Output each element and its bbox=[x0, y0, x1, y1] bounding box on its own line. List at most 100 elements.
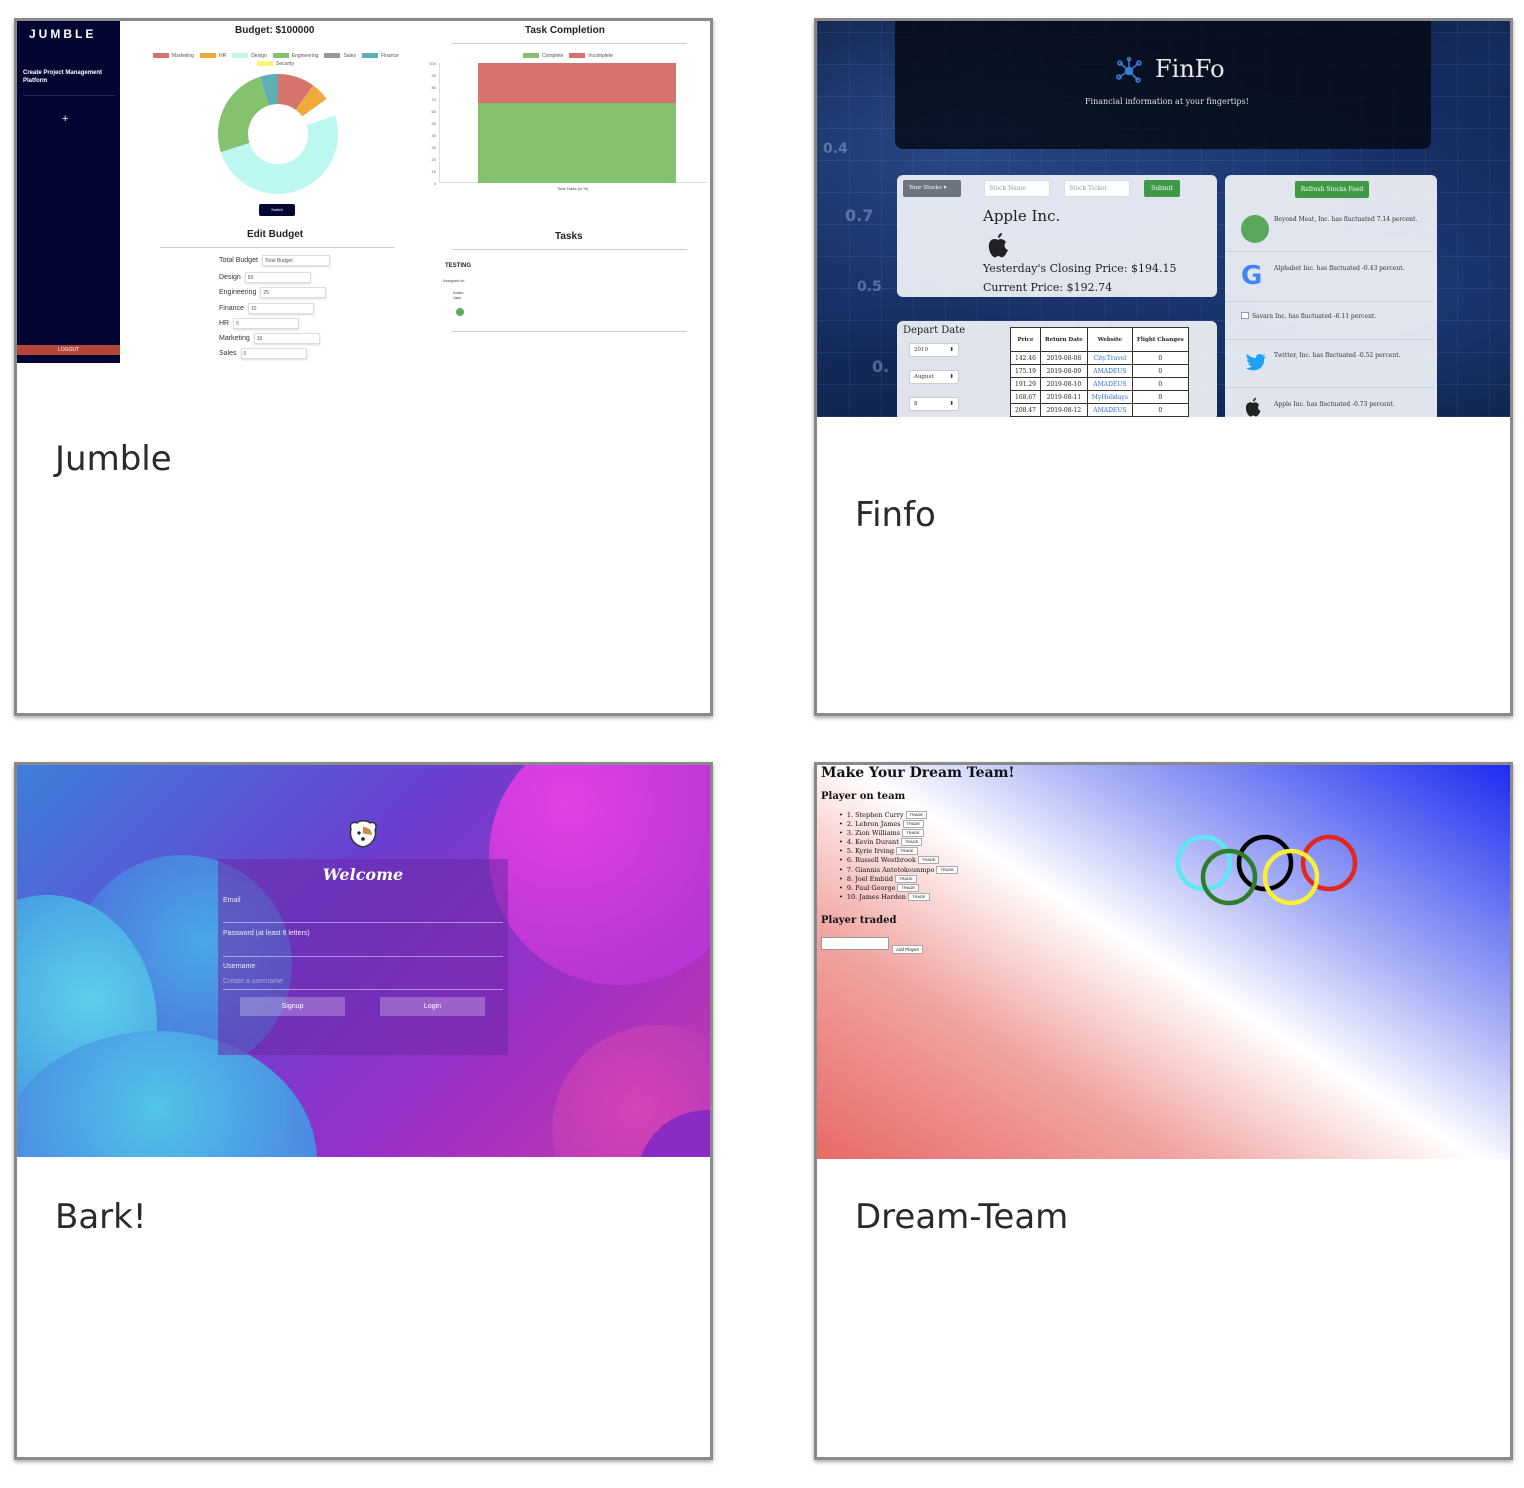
day-select: 8 ⬍ bbox=[909, 397, 959, 411]
depart-date-label: Depart Date bbox=[903, 325, 966, 336]
form-row-marketing: Marketing 10 bbox=[219, 333, 320, 344]
apple-logo-icon bbox=[988, 233, 1008, 258]
month-select: August ⬍ bbox=[909, 370, 959, 384]
legend-item: Finance bbox=[361, 53, 399, 59]
card-title[interactable]: Bark! bbox=[55, 1197, 146, 1237]
jumble-screenshot: JUMBLE Create Project Management Platfor… bbox=[17, 21, 710, 363]
your-stocks-dropdown: Your Stocks ▾ bbox=[903, 180, 961, 197]
table-row: 142.46 2019-08-08 City.Travel 0 bbox=[1010, 351, 1189, 365]
trade-button: TRADE bbox=[908, 892, 930, 901]
card-title[interactable]: Dream-Team bbox=[855, 1197, 1068, 1237]
bar-complete bbox=[478, 103, 676, 183]
jumble-donut-chart bbox=[218, 74, 338, 194]
dream-team-heading: Make Your Dream Team! bbox=[821, 765, 1015, 781]
add-player-button: Add Player! bbox=[892, 945, 924, 954]
list-item: 6. Russell WestbrookTRADE bbox=[839, 856, 958, 865]
dog-logo-icon bbox=[349, 820, 377, 848]
jumble-logo: JUMBLE bbox=[29, 27, 97, 41]
jumble-tasks-title: Tasks bbox=[555, 231, 583, 242]
olympic-rings-icon bbox=[1175, 834, 1358, 906]
project-card-bark[interactable]: Welcome Email Password (at least 6 lette… bbox=[14, 762, 713, 1460]
trade-button: TRADE bbox=[917, 856, 940, 865]
table-header: Price bbox=[1010, 327, 1041, 352]
jumble-switch-button: Switch bbox=[259, 204, 295, 216]
jumble-sidebar-divider bbox=[23, 95, 115, 96]
trade-button: TRADE bbox=[905, 811, 928, 819]
table-row: 191.29 2019-08-10 AMADEUS 0 bbox=[1010, 377, 1189, 391]
closing-price: Yesterday's Closing Price: $194.15 bbox=[983, 262, 1177, 275]
news-item: Alphabet Inc. has fluctuated -0.43 perce… bbox=[1274, 265, 1405, 272]
jumble-sidebar-link: Create Project Management Platform bbox=[23, 70, 103, 84]
trade-button: TRADE bbox=[895, 874, 917, 883]
welcome-heading: Welcome bbox=[322, 865, 404, 884]
jumble-add-icon: + bbox=[62, 113, 69, 125]
check-circle-icon bbox=[456, 308, 464, 316]
divider bbox=[1225, 251, 1433, 252]
submit-button: Submit bbox=[1144, 180, 1180, 197]
table-header: Website bbox=[1086, 327, 1133, 352]
list-item: 3. Zion WilliamsTRADE bbox=[839, 829, 958, 838]
finfo-header: FinFo Financial information at your fing… bbox=[895, 21, 1431, 149]
project-card-jumble[interactable]: JUMBLE Create Project Management Platfor… bbox=[14, 18, 713, 716]
finfo-tagline: Financial information at your fingertips… bbox=[1085, 97, 1249, 106]
table-row: 208.47 2019-08-12 AMADEUS 0 bbox=[1010, 403, 1189, 417]
apple-logo-icon bbox=[1245, 397, 1261, 417]
jumble-assigned-label: Assigned to: bbox=[443, 278, 466, 283]
jumble-edit-budget-title: Edit Budget bbox=[247, 229, 304, 240]
news-item: Apple Inc. has fluctuated -0.73 percent. bbox=[1274, 401, 1395, 408]
current-price: Current Price: $192.74 bbox=[983, 281, 1113, 294]
list-item: 4. Kevin DurantTRADE bbox=[839, 838, 958, 847]
google-logo-icon: G bbox=[1241, 261, 1263, 291]
flights-table: Price Return Date Website Flight Changes… bbox=[1010, 327, 1189, 417]
legend-item: Sales bbox=[324, 53, 356, 59]
news-item: Twitter, Inc. has fluctuated -0.52 perce… bbox=[1274, 352, 1401, 359]
list-item: 5. Kyrie IrvingTRADE bbox=[839, 847, 958, 856]
trade-button: TRADE bbox=[896, 847, 918, 856]
project-card-dream-team[interactable]: Make Your Dream Team! Player on team 1. … bbox=[814, 762, 1513, 1460]
card-title[interactable]: Finfo bbox=[855, 495, 936, 535]
legend-item: Marketing bbox=[153, 53, 194, 59]
bg-decoration: 0. bbox=[872, 357, 890, 376]
players-list: 1. Stephen CurryTRADE 2. Lebron JamesTRA… bbox=[839, 811, 959, 902]
stock-name-input: Stock Name bbox=[984, 180, 1050, 197]
jumble-task-xlabel: Total Tasks (in %) bbox=[557, 186, 589, 191]
bar-incomplete bbox=[478, 63, 676, 103]
beyond-meat-logo-icon bbox=[1241, 215, 1269, 243]
jumble-task-plot bbox=[439, 63, 707, 183]
bg-decoration: 0.7 bbox=[845, 206, 874, 225]
form-row-sales: Sales 0 bbox=[219, 348, 307, 359]
trade-button: TRADE bbox=[902, 829, 924, 838]
form-row-total: Total Budget Total Budget bbox=[219, 255, 330, 266]
list-item: 1. Stephen CurryTRADE bbox=[839, 811, 958, 820]
table-header: Return Date bbox=[1040, 327, 1088, 352]
form-row-finance: Finance 10 bbox=[219, 303, 314, 314]
trade-button: TRADE bbox=[936, 865, 959, 874]
jumble-budget-title: Budget: $100000 bbox=[235, 25, 315, 36]
players-heading: Player on team bbox=[821, 791, 906, 802]
jumble-task-title: Task Completion bbox=[525, 25, 605, 36]
legend-item: Engineering bbox=[272, 53, 318, 59]
news-panel bbox=[1225, 175, 1437, 417]
password-field bbox=[223, 956, 503, 957]
list-item: 9. Paul GeorgeTRADE bbox=[839, 883, 958, 893]
stock-ticker-input: Stock Ticker bbox=[1064, 180, 1130, 197]
login-button: Login bbox=[380, 997, 485, 1016]
dream-team-screenshot: Make Your Dream Team! Player on team 1. … bbox=[817, 765, 1510, 1159]
broken-image-icon bbox=[1241, 312, 1249, 319]
table-row: 168.67 2019-08-11 MyHolidays 0 bbox=[1010, 390, 1189, 404]
bark-screenshot: Welcome Email Password (at least 6 lette… bbox=[17, 765, 710, 1157]
player-input bbox=[821, 937, 889, 950]
news-item: Savara Inc. has fluctuated -6.11 percent… bbox=[1252, 313, 1377, 320]
bg-decoration: 0.5 bbox=[857, 279, 882, 295]
divider bbox=[1225, 387, 1433, 388]
finfo-screenshot: 0.4 0.7 0.5 0. FinFo Financial informati… bbox=[817, 21, 1510, 417]
form-row-hr: HR 5 bbox=[219, 318, 300, 329]
finfo-brand: FinFo bbox=[1155, 55, 1225, 83]
email-field bbox=[223, 922, 503, 923]
project-card-finfo[interactable]: 0.4 0.7 0.5 0. FinFo Financial informati… bbox=[814, 18, 1513, 716]
list-item: 7. Giannis AntetokounmpoTRADE bbox=[839, 865, 959, 875]
card-title[interactable]: Jumble bbox=[55, 439, 172, 479]
trade-button: TRADE bbox=[900, 838, 923, 847]
password-label: Password (at least 6 letters) bbox=[223, 930, 310, 937]
divider bbox=[452, 331, 687, 332]
